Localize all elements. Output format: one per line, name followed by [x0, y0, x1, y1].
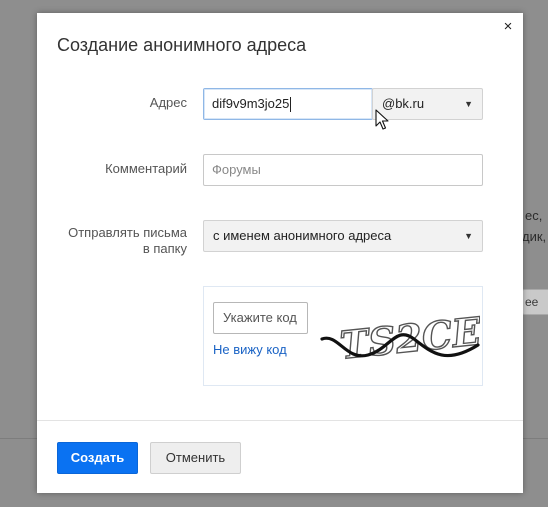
- folder-label-line1: Отправлять письма: [68, 225, 187, 240]
- comment-input[interactable]: Форумы: [203, 154, 483, 186]
- text-caret: [290, 97, 292, 113]
- background-text-line1: ес,: [525, 208, 543, 223]
- background-button: ее: [522, 289, 548, 315]
- close-icon[interactable]: ×: [501, 19, 515, 34]
- background-divider-right: [522, 438, 548, 439]
- cancel-button[interactable]: Отменить: [150, 442, 241, 474]
- footer-divider: [37, 420, 523, 421]
- folder-label: Отправлять письма в папку: [68, 225, 187, 257]
- mouse-cursor-icon: [375, 109, 389, 130]
- dialog-title: Создание анонимного адреса: [57, 35, 307, 55]
- background-divider-left: [0, 438, 38, 439]
- chevron-down-icon: ▼: [464, 99, 473, 109]
- folder-value: с именем анонимного адреса: [213, 228, 392, 243]
- address-label: Адрес: [149, 95, 187, 110]
- folder-select[interactable]: с именем анонимного адреса ▼: [203, 220, 483, 252]
- create-button[interactable]: Создать: [57, 442, 138, 474]
- create-anonymous-address-dialog: × Создание анонимного адреса Адрес dif9v…: [37, 13, 523, 493]
- background-text-line2: дик,: [522, 229, 547, 244]
- address-input[interactable]: dif9v9m3jo25: [203, 88, 373, 120]
- captcha-box: Укажите код Не вижу код TS2CEU: [203, 286, 483, 386]
- comment-label: Комментарий: [105, 161, 187, 176]
- captcha-placeholder: Укажите код: [223, 310, 297, 325]
- captcha-input[interactable]: Укажите код: [213, 302, 308, 334]
- captcha-image: TS2CEU: [320, 304, 480, 368]
- cant-see-code-link[interactable]: Не вижу код: [213, 342, 287, 357]
- comment-placeholder: Форумы: [212, 162, 261, 177]
- chevron-down-icon: ▼: [464, 231, 473, 241]
- address-value: dif9v9m3jo25: [212, 96, 290, 111]
- folder-label-line2: в папку: [142, 241, 187, 256]
